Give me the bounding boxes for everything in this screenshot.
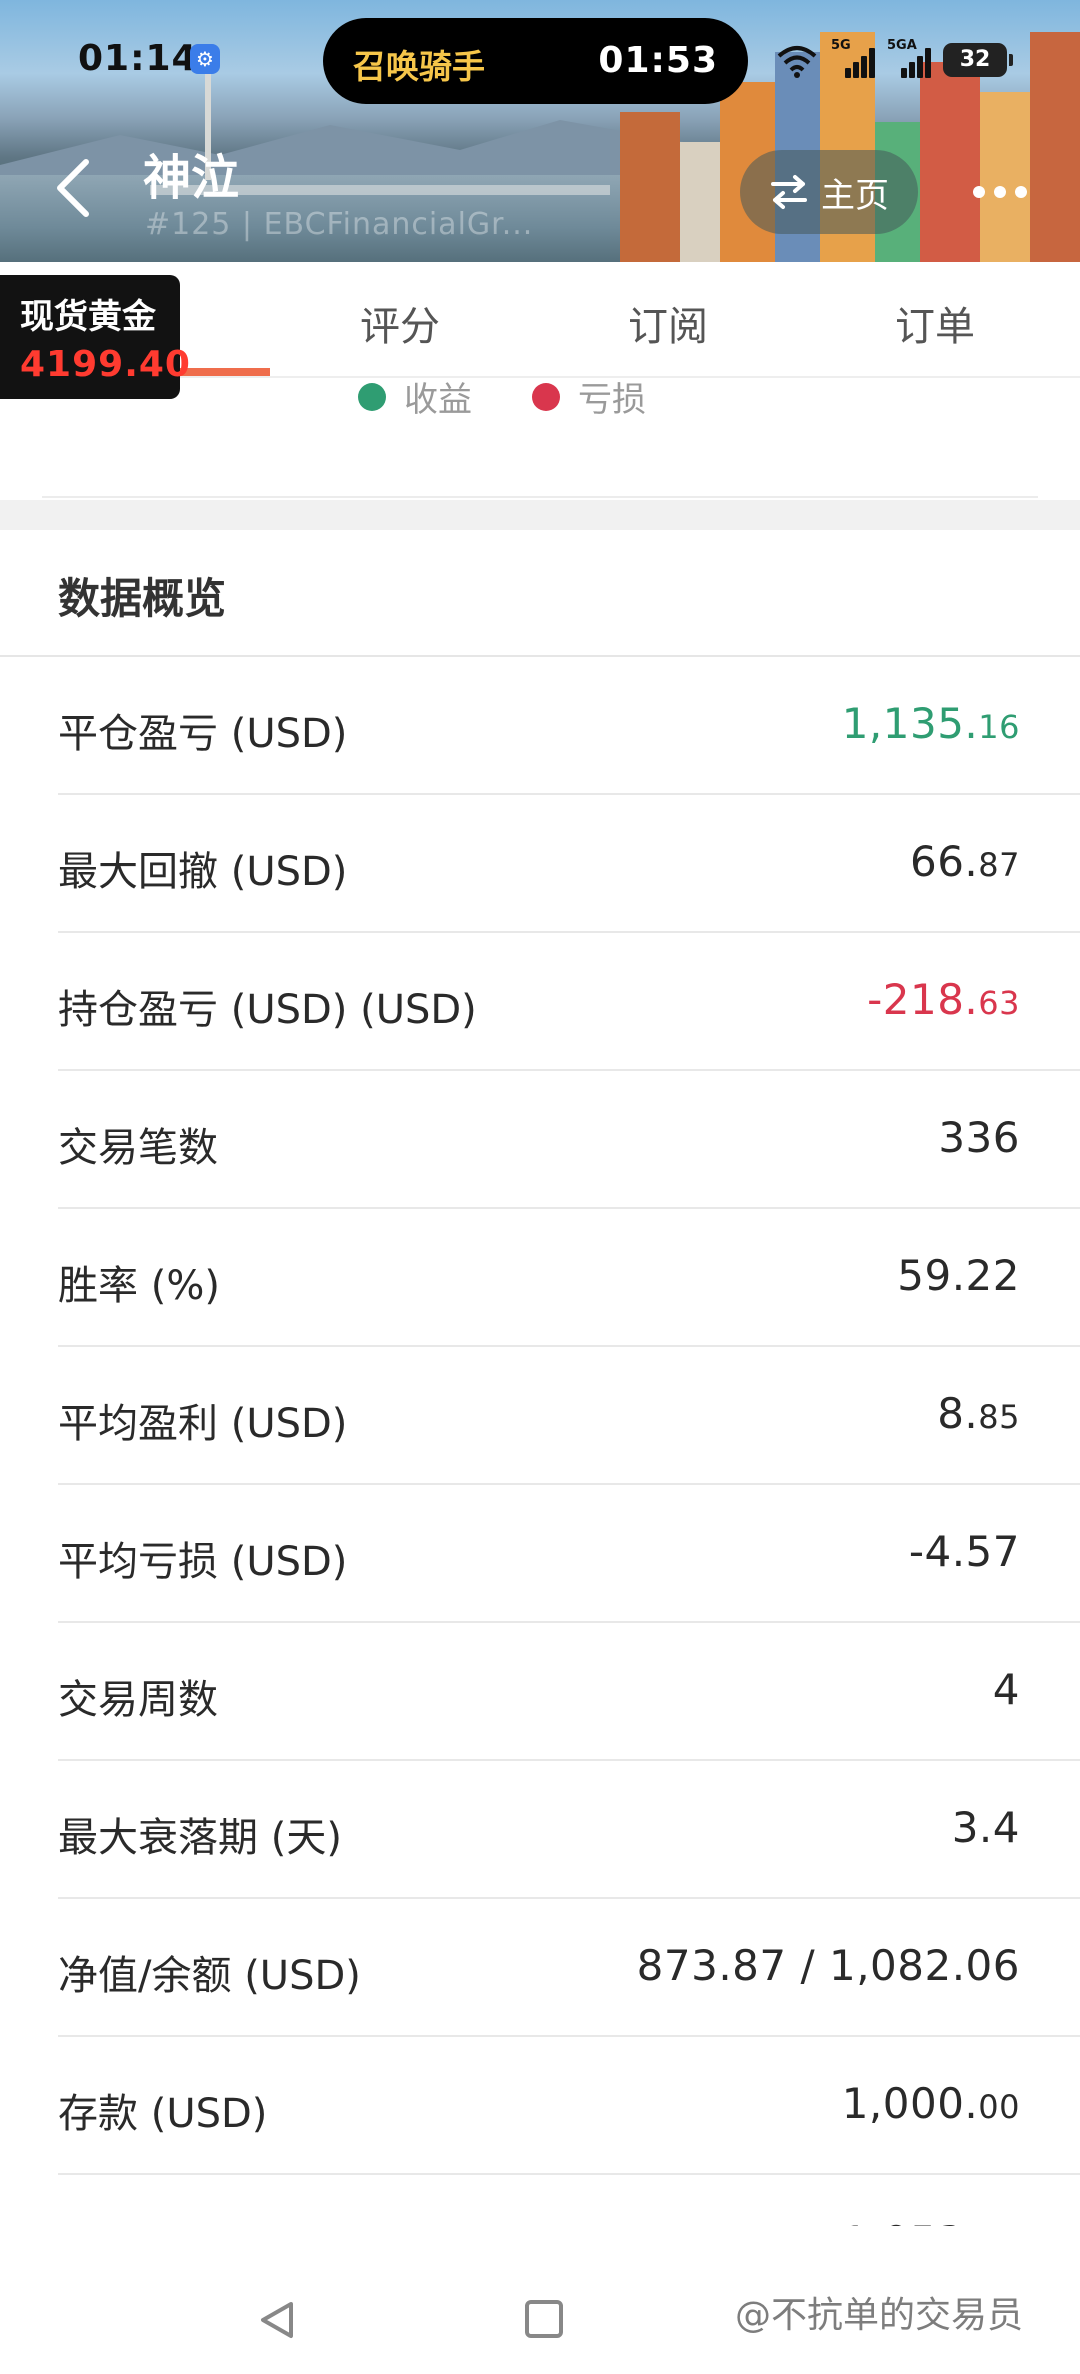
overview-row-label: 最大回撤 (USD) bbox=[58, 849, 348, 895]
legend-loss-label: 亏损 bbox=[578, 380, 646, 420]
legend-profit: 收益 bbox=[358, 372, 472, 421]
legend-loss: 亏损 bbox=[532, 372, 646, 421]
tab-orders[interactable]: 订单 bbox=[895, 294, 975, 352]
value-main: -4.57 bbox=[908, 1527, 1020, 1576]
overview-row: 平均亏损 (USD) -4.57 bbox=[0, 1485, 1080, 1623]
header-banner: 01:14 ⚙ 召唤骑手 01:53 5G 5GA 32 神泣 #125 | E… bbox=[0, 0, 1080, 262]
island-timer: 01:53 bbox=[598, 40, 718, 81]
tab-subscribe[interactable]: 订阅 bbox=[628, 294, 708, 352]
value-fraction: 16 bbox=[978, 708, 1020, 746]
value-main: -218. bbox=[867, 975, 979, 1024]
overview-row-value: 8.85 bbox=[937, 1389, 1020, 1438]
overview-row-label: 存款 (USD) bbox=[58, 2091, 268, 2137]
overview-row-value: 873.87 / 1,082.06 bbox=[637, 1941, 1020, 1990]
profit-dot-icon bbox=[358, 382, 386, 411]
overview-row-label: 交易笔数 bbox=[58, 1125, 218, 1171]
divider bbox=[42, 496, 1038, 498]
dynamic-island[interactable]: 召唤骑手 01:53 bbox=[323, 18, 748, 104]
nav-back-icon[interactable] bbox=[255, 2300, 299, 2340]
overview-row-value: 66.87 bbox=[910, 837, 1020, 886]
overview-row: 平均盈利 (USD) 8.85 bbox=[0, 1347, 1080, 1485]
system-icons: 5G 5GA 32 bbox=[775, 38, 1013, 80]
value-main: 873.87 / 1,082.06 bbox=[636, 1941, 1020, 1990]
page-subtitle: #125 | EBCFinancialGr... bbox=[145, 207, 534, 242]
overview-row: 存款 (USD) 1,000.00 bbox=[0, 2037, 1080, 2175]
overview-row: 胜率 (%) 59.22 bbox=[0, 1209, 1080, 1347]
home-button-label: 主页 bbox=[821, 175, 889, 216]
tab-rating[interactable]: 评分 bbox=[360, 294, 440, 352]
nav-home-icon[interactable] bbox=[525, 2300, 563, 2338]
value-fraction: 00 bbox=[978, 2088, 1020, 2126]
island-app-name: 召唤骑手 bbox=[353, 47, 485, 86]
value-main: 1,000. bbox=[841, 2079, 979, 2128]
overview-row-label: 胜率 (%) bbox=[58, 1263, 220, 1309]
spot-gold-badge[interactable]: 现货黄金 4199.40 bbox=[0, 275, 191, 399]
overview-row-value: -4.57 bbox=[909, 1527, 1020, 1576]
overview-row-value: 336 bbox=[938, 1113, 1020, 1162]
watermark-text: @不抗单的交易员 bbox=[735, 2295, 1024, 2336]
overview-row-value: 1,135.16 bbox=[842, 699, 1020, 748]
value-fraction: 87 bbox=[978, 846, 1020, 884]
overview-row: 净值/余额 (USD) 873.87 / 1,082.06 bbox=[0, 1899, 1080, 2037]
overview-row-label: 交易周数 bbox=[58, 1677, 218, 1723]
overview-row: 平仓盈亏 (USD) 1,135.16 bbox=[0, 657, 1080, 795]
value-main: 59.22 bbox=[897, 1251, 1020, 1300]
back-arrow-icon[interactable] bbox=[38, 148, 108, 228]
wifi-icon bbox=[777, 46, 817, 78]
value-fraction: 85 bbox=[978, 1398, 1020, 1436]
value-main: 8. bbox=[937, 1389, 979, 1438]
value-main: 66. bbox=[909, 837, 979, 886]
more-options-icon[interactable] bbox=[955, 160, 1045, 224]
overview-row-value: 3.4 bbox=[952, 1803, 1020, 1852]
value-main: 3.4 bbox=[951, 1803, 1020, 1852]
legend-profit-label: 收益 bbox=[404, 380, 472, 420]
page-title: 神泣 bbox=[143, 150, 240, 206]
overview-row-label: 持仓盈亏 (USD) (USD) bbox=[58, 987, 477, 1033]
value-main: 1,135. bbox=[841, 699, 979, 748]
overview-row-label: 平仓盈亏 (USD) bbox=[58, 711, 348, 757]
overview-list: 平仓盈亏 (USD) 1,135.16 最大回撤 (USD) 66.87 持仓盈亏 (U… bbox=[0, 657, 1080, 2313]
overview-row-value: 1,000.00 bbox=[842, 2079, 1020, 2128]
overview-title: 数据概览 bbox=[58, 574, 227, 623]
overview-row-value: 4 bbox=[993, 1665, 1020, 1714]
overview-row-label: 净值/余额 (USD) bbox=[58, 1953, 361, 1999]
overview-row: 最大衰落期 (天) 3.4 bbox=[0, 1761, 1080, 1899]
overview-row: 交易周数 4 bbox=[0, 1623, 1080, 1761]
value-main: 4 bbox=[992, 1665, 1020, 1714]
overview-row-value: -218.63 bbox=[867, 975, 1020, 1024]
home-button[interactable]: 主页 bbox=[740, 150, 918, 234]
overview-row-label: 平均亏损 (USD) bbox=[58, 1539, 348, 1585]
section-gap bbox=[0, 500, 1080, 530]
notification-app-icon: ⚙ bbox=[190, 44, 220, 74]
overview-row: 最大回撤 (USD) 66.87 bbox=[0, 795, 1080, 933]
battery-icon: 32 bbox=[943, 43, 1013, 77]
overview-row: 交易笔数 336 bbox=[0, 1071, 1080, 1209]
overview-row-label: 最大衰落期 (天) bbox=[58, 1815, 342, 1861]
swap-icon bbox=[771, 175, 807, 209]
overview-row-value: 59.22 bbox=[897, 1251, 1020, 1300]
overview-row-label: 平均盈利 (USD) bbox=[58, 1401, 348, 1447]
overview-row: 持仓盈亏 (USD) (USD) -218.63 bbox=[0, 933, 1080, 1071]
gold-badge-name: 现货黄金 bbox=[20, 297, 156, 337]
loss-dot-icon bbox=[532, 382, 560, 411]
gold-badge-price: 4199.40 bbox=[20, 344, 191, 385]
signal-5g-icon: 5G bbox=[831, 38, 875, 78]
value-main: 336 bbox=[938, 1113, 1020, 1162]
signal-5ga-icon: 5GA bbox=[887, 38, 931, 78]
status-time: 01:14 bbox=[78, 38, 198, 79]
chart-legend: 收益 亏损 bbox=[358, 372, 646, 421]
value-fraction: 63 bbox=[978, 984, 1020, 1022]
